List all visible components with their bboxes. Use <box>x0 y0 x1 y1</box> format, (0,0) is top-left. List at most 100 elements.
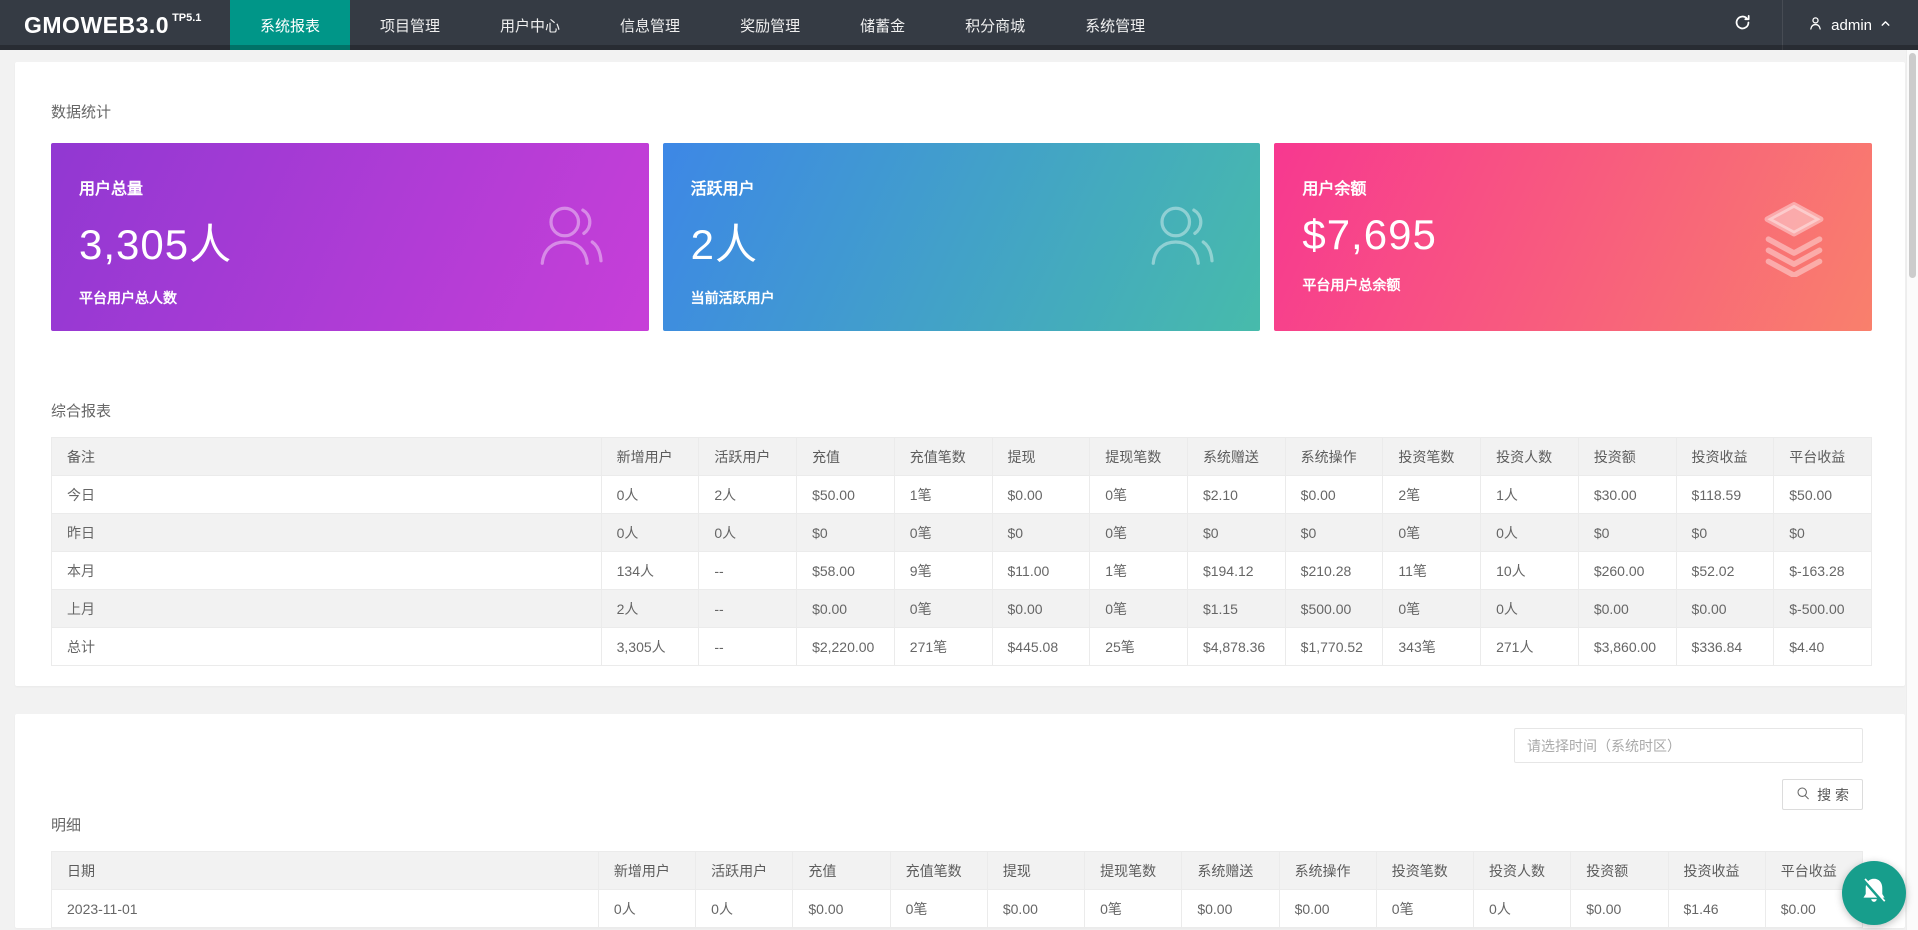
table-cell: 0人 <box>598 890 695 928</box>
table-cell: 总计 <box>52 628 602 666</box>
table-cell: $0 <box>1676 514 1774 552</box>
column-header: 投资收益 <box>1676 438 1774 476</box>
column-header: 提现 <box>992 438 1090 476</box>
table-cell: 0人 <box>696 890 793 928</box>
table-cell: 0人 <box>601 476 699 514</box>
table-cell: 0笔 <box>890 890 987 928</box>
table-cell: 25笔 <box>1090 628 1188 666</box>
scrollbar-thumb[interactable] <box>1909 53 1916 278</box>
column-header: 平台收益 <box>1774 438 1872 476</box>
table-cell: -- <box>699 590 797 628</box>
table-cell: $30.00 <box>1578 476 1676 514</box>
nav-item-8[interactable]: 系统管理 <box>1055 0 1175 50</box>
search-icon <box>1796 786 1811 804</box>
table-cell: 0笔 <box>894 514 992 552</box>
column-header: 投资笔数 <box>1376 852 1473 890</box>
top-navbar: GMOWEB3.0 TP5.1 系统报表项目管理用户中心信息管理奖励管理储蓄金积… <box>0 0 1918 50</box>
table-cell: 11笔 <box>1383 552 1481 590</box>
table-cell: $0.00 <box>1571 890 1668 928</box>
nav-item-4[interactable]: 信息管理 <box>590 0 710 50</box>
table-cell: -- <box>699 552 797 590</box>
column-header: 充值笔数 <box>890 852 987 890</box>
table-cell: $0.00 <box>797 590 895 628</box>
column-header: 系统赠送 <box>1182 852 1279 890</box>
main-content: 数据统计 用户总量3,305人平台用户总人数活跃用户2人当前活跃用户用户余额$7… <box>0 50 1918 928</box>
table-cell: $1.46 <box>1668 890 1765 928</box>
stat-card-subtitle: 当前活跃用户 <box>691 288 1233 308</box>
table-cell: $0.00 <box>793 890 890 928</box>
nav-item-2[interactable]: 项目管理 <box>350 0 470 50</box>
table-row: 本月134人--$58.009笔$11.001笔$194.12$210.2811… <box>52 552 1872 590</box>
table-cell: $194.12 <box>1187 552 1285 590</box>
table-cell: 昨日 <box>52 514 602 552</box>
table-cell: 1笔 <box>1090 552 1188 590</box>
table-header-row: 备注新增用户活跃用户充值充值笔数提现提现笔数系统赠送系统操作投资笔数投资人数投资… <box>52 438 1872 476</box>
table-cell: $0 <box>1285 514 1383 552</box>
table-cell: $-163.28 <box>1774 552 1872 590</box>
table-cell: 今日 <box>52 476 602 514</box>
nav-item-3[interactable]: 用户中心 <box>470 0 590 50</box>
scrollbar[interactable] <box>1906 50 1918 930</box>
table-cell: $500.00 <box>1285 590 1383 628</box>
column-header: 充值 <box>793 852 890 890</box>
users-icon <box>1142 197 1222 277</box>
table-cell: $0 <box>797 514 895 552</box>
column-header: 提现 <box>987 852 1084 890</box>
table-cell: 0笔 <box>1090 590 1188 628</box>
app-logo-version: TP5.1 <box>172 12 201 24</box>
refresh-icon <box>1733 13 1752 37</box>
table-cell: 3,305人 <box>601 628 699 666</box>
table-cell: 1人 <box>1481 476 1579 514</box>
nav-item-6[interactable]: 储蓄金 <box>830 0 935 50</box>
table-cell: $11.00 <box>992 552 1090 590</box>
column-header: 投资人数 <box>1481 438 1579 476</box>
column-header: 活跃用户 <box>696 852 793 890</box>
table-cell: $-500.00 <box>1774 590 1872 628</box>
nav-item-1[interactable]: 系统报表 <box>230 0 350 50</box>
table-cell: $445.08 <box>992 628 1090 666</box>
chevron-up-icon <box>1879 17 1892 34</box>
column-header: 充值笔数 <box>894 438 992 476</box>
stat-card-title: 用户余额 <box>1302 175 1844 199</box>
time-range-input[interactable] <box>1514 728 1863 763</box>
table-cell: 0人 <box>1481 514 1579 552</box>
table-cell: 10人 <box>1481 552 1579 590</box>
table-cell: $52.02 <box>1676 552 1774 590</box>
table-cell: 0笔 <box>1376 890 1473 928</box>
column-header: 投资收益 <box>1668 852 1765 890</box>
section-title-detail: 明细 <box>51 815 1863 836</box>
stat-card-3: 用户余额$7,695平台用户总余额 <box>1274 143 1872 331</box>
bell-off-icon <box>1857 874 1891 913</box>
username: admin <box>1831 17 1872 34</box>
table-row: 总计3,305人--$2,220.00271笔$445.0825笔$4,878.… <box>52 628 1872 666</box>
column-header: 投资笔数 <box>1383 438 1481 476</box>
app-logo: GMOWEB3.0 TP5.1 <box>0 0 230 50</box>
notifications-fab[interactable] <box>1842 861 1906 925</box>
table-cell: $0.00 <box>1676 590 1774 628</box>
table-cell: $4,878.36 <box>1187 628 1285 666</box>
table-cell: $260.00 <box>1578 552 1676 590</box>
table-cell: $0 <box>1187 514 1285 552</box>
nav-item-5[interactable]: 奖励管理 <box>710 0 830 50</box>
page: GMOWEB3.0 TP5.1 系统报表项目管理用户中心信息管理奖励管理储蓄金积… <box>0 0 1918 930</box>
nav-right: admin <box>1703 0 1918 50</box>
column-header: 系统操作 <box>1279 852 1376 890</box>
table-cell: 2人 <box>699 476 797 514</box>
table-cell: 0人 <box>699 514 797 552</box>
table-cell: $1,770.52 <box>1285 628 1383 666</box>
table-cell: $2.10 <box>1187 476 1285 514</box>
table-cell: $2,220.00 <box>797 628 895 666</box>
nav-menu: 系统报表项目管理用户中心信息管理奖励管理储蓄金积分商城系统管理 <box>230 0 1175 50</box>
refresh-button[interactable] <box>1703 0 1782 50</box>
table-cell: 343笔 <box>1383 628 1481 666</box>
table-row: 2023-11-010人0人$0.000笔$0.000笔$0.00$0.000笔… <box>52 890 1863 928</box>
user-menu[interactable]: admin <box>1783 0 1918 50</box>
column-header: 投资额 <box>1578 438 1676 476</box>
user-icon <box>1807 15 1824 36</box>
search-button[interactable]: 搜 索 <box>1782 779 1863 810</box>
nav-item-7[interactable]: 积分商城 <box>935 0 1055 50</box>
table-cell: -- <box>699 628 797 666</box>
stat-card-1: 用户总量3,305人平台用户总人数 <box>51 143 649 331</box>
table-cell: 0人 <box>1481 590 1579 628</box>
stat-card-2: 活跃用户2人当前活跃用户 <box>663 143 1261 331</box>
